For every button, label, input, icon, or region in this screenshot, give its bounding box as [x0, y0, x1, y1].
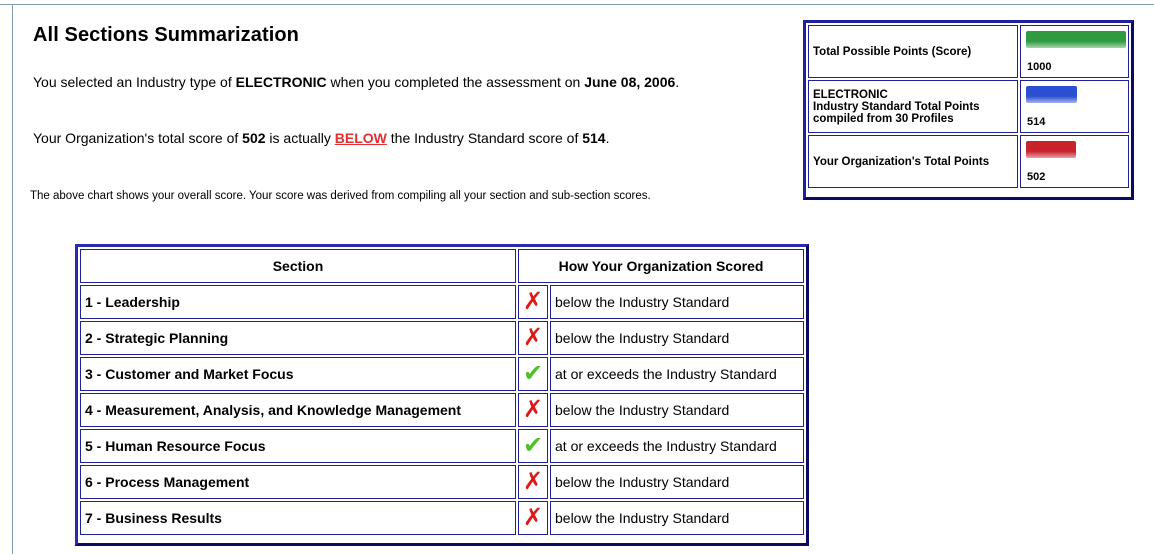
section-result: below the Industry Standard [550, 501, 804, 535]
score-label-line: Industry Standard Total Points [813, 100, 980, 113]
status-icon-cell: ✗ [518, 393, 548, 427]
summary-text-part: is actually [265, 130, 335, 146]
section-result: at or exceeds the Industry Standard [550, 429, 804, 463]
summary-text-part: . [675, 74, 680, 90]
score-row: Total Possible Points (Score) 1000 [808, 25, 1129, 78]
status-icon-cell: ✗ [518, 501, 548, 535]
status-icon-cell: ✗ [518, 285, 548, 319]
chart-note: The above chart shows your overall score… [30, 190, 651, 202]
table-row: 1 - Leadership ✗ below the Industry Standa… [80, 285, 804, 319]
status-icon-cell: ✗ [518, 465, 548, 499]
summary-text-part: . [605, 130, 610, 146]
status-icon-cell: ✔ [518, 357, 548, 391]
section-name: 6 - Process Management [80, 465, 516, 499]
score-chart: Total Possible Points (Score) 1000 ELECTRO… [803, 20, 1134, 200]
section-result: below the Industry Standard [550, 285, 804, 319]
score-label-line: ELECTRONIC [813, 88, 888, 101]
status-icon-cell: ✗ [518, 321, 548, 355]
check-icon: ✔ [522, 432, 544, 459]
sections-table: Section How Your Organization Scored 1 -… [75, 244, 809, 546]
section-name: 2 - Strategic Planning [80, 321, 516, 355]
score-row: Your Organization's Total Points 502 [808, 135, 1129, 188]
industry-standard-score: 514 [582, 130, 606, 146]
table-row: 4 - Measurement, Analysis, and Knowledge… [80, 393, 804, 427]
score-row-label: ELECTRONIC Industry Standard Total Points… [808, 80, 1018, 133]
comparison-link[interactable]: BELOW [335, 130, 387, 146]
status-icon-cell: ✔ [518, 429, 548, 463]
section-name: 5 - Human Resource Focus [80, 429, 516, 463]
score-bar [1026, 141, 1076, 158]
x-icon: ✗ [522, 288, 544, 315]
score-bar [1026, 86, 1077, 103]
section-result: below the Industry Standard [550, 465, 804, 499]
score-bar-value: 514 [1027, 116, 1046, 128]
header-score: How Your Organization Scored [518, 249, 804, 283]
score-label-line: Your Organization's Total Points [813, 155, 990, 168]
x-icon: ✗ [522, 468, 544, 495]
table-row: 3 - Customer and Market Focus ✔ at or exce… [80, 357, 804, 391]
score-label-line: Total Possible Points (Score) [813, 45, 972, 58]
header-section: Section [80, 249, 516, 283]
score-row-label: Your Organization's Total Points [808, 135, 1018, 188]
score-row: ELECTRONIC Industry Standard Total Points… [808, 80, 1129, 133]
frame-top-border [0, 4, 1154, 5]
score-bar-value: 502 [1027, 171, 1046, 183]
frame-left-border [12, 4, 13, 554]
score-label-line: compiled from 30 Profiles [813, 112, 954, 125]
table-row: 2 - Strategic Planning ✗ below the Industr… [80, 321, 804, 355]
assessment-date: June 08, 2006 [584, 74, 676, 90]
section-name: 1 - Leadership [80, 285, 516, 319]
section-result: below the Industry Standard [550, 321, 804, 355]
sections-table-grid: Section How Your Organization Scored 1 -… [78, 247, 806, 537]
industry-type: ELECTRONIC [235, 74, 327, 90]
section-result: at or exceeds the Industry Standard [550, 357, 804, 391]
score-bar [1026, 31, 1126, 48]
section-name: 7 - Business Results [80, 501, 516, 535]
summary-industry-text: You selected an Industry type of ELECTRO… [33, 73, 713, 92]
table-row: 6 - Process Management ✗ below the Industr… [80, 465, 804, 499]
organization-score: 502 [242, 130, 266, 146]
score-bar-cell: 514 [1020, 80, 1129, 133]
x-icon: ✗ [522, 396, 544, 423]
score-chart-table: Total Possible Points (Score) 1000 ELECTRO… [806, 23, 1131, 190]
score-bar-cell: 502 [1020, 135, 1129, 188]
table-row: 7 - Business Results ✗ below the Industry … [80, 501, 804, 535]
table-row: 5 - Human Resource Focus ✔ at or exceeds t… [80, 429, 804, 463]
sections-header-row: Section How Your Organization Scored [80, 249, 804, 283]
check-icon: ✔ [522, 360, 544, 387]
summary-text-part: You selected an Industry type of [33, 74, 236, 90]
summary-text-part: Your Organization's total score of [33, 130, 243, 146]
page-title: All Sections Summarization [33, 24, 299, 46]
summary-text-part: the Industry Standard score of [386, 130, 583, 146]
section-result: below the Industry Standard [550, 393, 804, 427]
score-row-label: Total Possible Points (Score) [808, 25, 1018, 78]
x-icon: ✗ [522, 324, 544, 351]
score-bar-cell: 1000 [1020, 25, 1129, 78]
score-bar-value: 1000 [1027, 61, 1052, 73]
summary-score-text: Your Organization's total score of 502 i… [33, 129, 609, 148]
section-name: 3 - Customer and Market Focus [80, 357, 516, 391]
section-name: 4 - Measurement, Analysis, and Knowledge… [80, 393, 516, 427]
summary-text-part: when you completed the assessment on [326, 74, 585, 90]
x-icon: ✗ [522, 504, 544, 531]
